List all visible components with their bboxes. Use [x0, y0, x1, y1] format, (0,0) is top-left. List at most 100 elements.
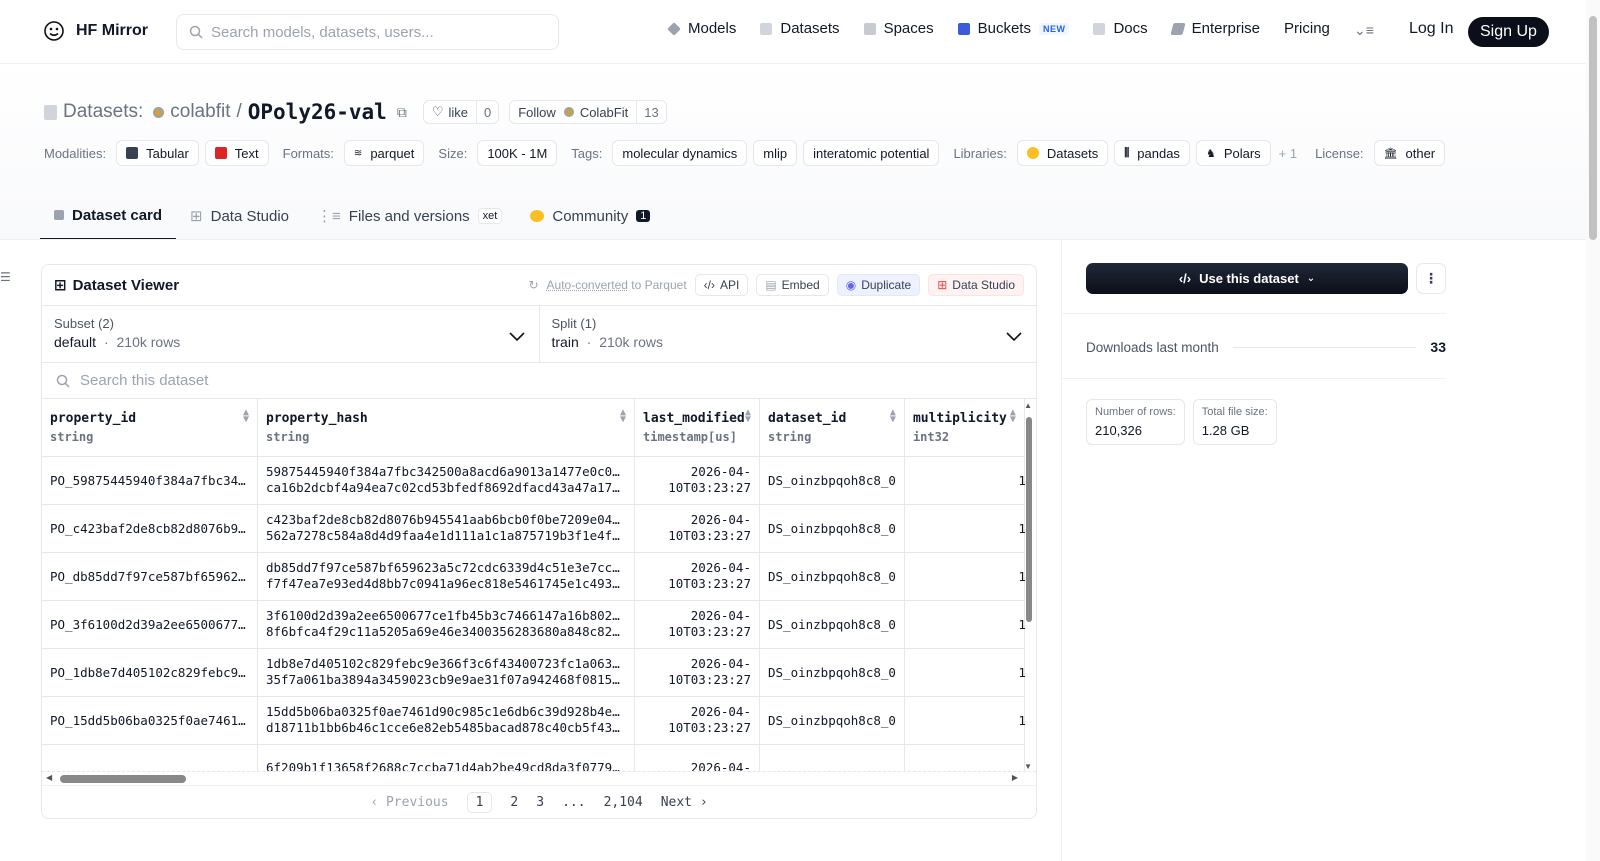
subset-select[interactable]: Subset (2) default · 210k rows	[42, 306, 539, 362]
libraries-more[interactable]: + 1	[1279, 146, 1297, 161]
cell-dataset-id[interactable]: DS_oinzbpqoh8c8_0	[759, 456, 905, 505]
cell-property-id[interactable]: PO_db85dd7f97ce587bf659623a5	[42, 552, 258, 601]
column-header[interactable]: multiplicity int32 ▲ ▼	[904, 399, 1025, 457]
cell-last-modified[interactable]: 2026-04-	[634, 744, 760, 771]
cell-property-id[interactable]: PO_15dd5b06ba0325f0ae7461d90	[42, 696, 258, 745]
table-row[interactable]: 6f209b1f13658f2688c7ccba71d4ab2be49cd8da…	[42, 744, 1025, 771]
page-last[interactable]: 2,104	[604, 795, 643, 810]
column-header[interactable]: property_hash string ▲ ▼	[257, 399, 635, 457]
cell-multiplicity[interactable]	[904, 744, 1025, 771]
cell-multiplicity[interactable]: 1	[904, 504, 1026, 553]
tab-dataset-card[interactable]: Dataset card	[40, 192, 177, 240]
cell-last-modified[interactable]: 2026-04- 10T03:23:27	[634, 600, 760, 649]
cell-last-modified[interactable]: 2026-04- 10T03:23:27	[634, 456, 760, 505]
column-header[interactable]: dataset_id string ▲ ▼	[759, 399, 905, 457]
sort-icon[interactable]: ▲ ▼	[745, 408, 751, 425]
datasets-prefix[interactable]: Datasets:	[63, 101, 143, 123]
cell-multiplicity[interactable]: 1	[904, 600, 1026, 649]
tag-tabular[interactable]: Tabular	[116, 140, 199, 166]
cell-last-modified[interactable]: 2026-04- 10T03:23:27	[634, 504, 760, 553]
copy-icon[interactable]: ⧉	[397, 104, 407, 121]
page-scroll-thumb[interactable]	[1589, 16, 1597, 240]
cell-property-hash[interactable]: db85dd7f97ce587bf659623a5c72cdc6339d4c51…	[257, 552, 635, 601]
tab-community[interactable]: Community 1	[516, 192, 664, 240]
login-link[interactable]: Log In	[1409, 20, 1453, 38]
cell-multiplicity[interactable]: 1	[904, 552, 1026, 601]
auto-converted-link[interactable]: Auto-converted to Parquet	[547, 278, 687, 292]
global-search-input[interactable]	[211, 23, 541, 41]
use-dataset-button[interactable]: ‹/› Use this dataset ⌄	[1086, 263, 1408, 294]
prev-page[interactable]: ‹ Previous	[370, 795, 448, 810]
cell-property-id[interactable]: PO_3f6100d2d39a2ee6500677ce1	[42, 600, 258, 649]
tag-lib-datasets[interactable]: Datasets	[1016, 140, 1109, 166]
vertical-scroll-thumb[interactable]	[1026, 417, 1032, 622]
cell-multiplicity[interactable]: 1	[904, 456, 1026, 505]
page-3[interactable]: 3	[536, 795, 544, 810]
cell-dataset-id[interactable]: DS_oinzbpqoh8c8_0	[759, 696, 905, 745]
dataset-name[interactable]: OPoly26-val	[248, 100, 387, 124]
like-button[interactable]: ♡ like 0	[422, 100, 500, 124]
owner-link[interactable]: colabfit	[170, 101, 230, 123]
tag-lib-polars[interactable]: ♞ Polars	[1195, 140, 1271, 166]
cell-property-hash[interactable]: 3f6100d2d39a2ee6500677ce1fb45b3c7466147a…	[257, 600, 635, 649]
next-page[interactable]: Next ›	[661, 795, 708, 810]
nav-enterprise[interactable]: Enterprise	[1170, 20, 1260, 37]
table-row[interactable]: PO_c423baf2de8cb82d8076b9455 c423baf2de8c…	[42, 504, 1026, 553]
tag-mlip[interactable]: mlip	[753, 140, 798, 166]
tab-files[interactable]: ⋮≡ Files and versions xet	[303, 192, 516, 240]
nav-docs[interactable]: Docs	[1093, 20, 1148, 37]
nav-buckets[interactable]: Buckets NEW	[957, 20, 1070, 37]
table-row[interactable]: PO_59875445940f384a7fbc34250 59875445940f…	[42, 456, 1026, 505]
nav-datasets[interactable]: Datasets	[760, 20, 840, 37]
tag-size[interactable]: 100K - 1M	[477, 140, 558, 166]
more-menu-icon[interactable]: ⌄≡	[1354, 22, 1374, 39]
tag-license[interactable]: 🏛 other	[1373, 140, 1446, 166]
horizontal-scroll-thumb[interactable]	[60, 775, 186, 783]
cell-property-hash[interactable]: 1db8e7d405102c829febc9e366f3c6f43400723f…	[257, 648, 635, 697]
cell-property-hash[interactable]: 6f209b1f13658f2688c7ccba71d4ab2be49cd8da…	[257, 744, 635, 771]
cell-property-hash[interactable]: c423baf2de8cb82d8076b945541aab6bcb0f0be7…	[257, 504, 635, 553]
tag-parquet[interactable]: ≋ parquet	[343, 140, 425, 166]
table-row[interactable]: PO_1db8e7d405102c829febc9e36 1db8e7d40510…	[42, 648, 1026, 697]
tag-interatomic-potential[interactable]: interatomic potential	[803, 140, 940, 166]
sort-icon[interactable]: ▲ ▼	[890, 408, 896, 425]
brand[interactable]: HF Mirror	[42, 19, 148, 43]
embed-button[interactable]: ▤ Embed	[756, 274, 829, 296]
tab-data-studio[interactable]: ⊞ Data Studio	[176, 192, 303, 240]
sort-icon[interactable]: ▲ ▼	[620, 408, 626, 425]
cell-property-id[interactable]: PO_1db8e7d405102c829febc9e36	[42, 648, 258, 697]
cell-dataset-id[interactable]: DS_oinzbpqoh8c8_0	[759, 504, 905, 553]
cell-last-modified[interactable]: 2026-04- 10T03:23:27	[634, 552, 760, 601]
cell-property-hash[interactable]: 59875445940f384a7fbc342500a8acd6a9013a14…	[257, 456, 635, 505]
horizontal-scrollbar[interactable]: ◀ ▶	[42, 771, 1036, 785]
global-search[interactable]	[176, 14, 559, 50]
follow-button[interactable]: Follow ColabFit 13	[509, 100, 667, 124]
nav-models[interactable]: Models	[667, 20, 736, 37]
data-studio-button[interactable]: ⊞ Data Studio	[928, 274, 1024, 296]
table-row[interactable]: PO_15dd5b06ba0325f0ae7461d90 15dd5b06ba03…	[42, 696, 1026, 745]
signup-button[interactable]: Sign Up	[1468, 17, 1549, 47]
cell-multiplicity[interactable]: 1	[904, 696, 1026, 745]
cell-property-id[interactable]: PO_c423baf2de8cb82d8076b9455	[42, 504, 258, 553]
cell-dataset-id[interactable]: DS_oinzbpqoh8c8_0	[759, 600, 905, 649]
cell-dataset-id[interactable]	[759, 744, 905, 771]
cell-dataset-id[interactable]: DS_oinzbpqoh8c8_0	[759, 648, 905, 697]
cell-multiplicity[interactable]: 1	[904, 648, 1026, 697]
split-select[interactable]: Split (1) train · 210k rows	[538, 306, 1037, 362]
sort-icon[interactable]: ▲ ▼	[1010, 408, 1016, 425]
api-button[interactable]: ‹/› API	[694, 274, 749, 296]
cell-property-id[interactable]: PO_59875445940f384a7fbc34250	[42, 456, 258, 505]
page-scrollbar[interactable]	[1586, 0, 1600, 861]
more-options-icon[interactable]: ⋮	[1416, 263, 1446, 294]
column-header[interactable]: last_modified timestamp[us] ▲ ▼	[634, 399, 760, 457]
page-1[interactable]: 1	[466, 792, 493, 813]
cell-dataset-id[interactable]: DS_oinzbpqoh8c8_0	[759, 552, 905, 601]
cell-last-modified[interactable]: 2026-04- 10T03:23:27	[634, 696, 760, 745]
cell-last-modified[interactable]: 2026-04- 10T03:23:27	[634, 648, 760, 697]
sort-icon[interactable]: ▲ ▼	[243, 408, 249, 425]
nav-pricing[interactable]: Pricing	[1284, 20, 1330, 37]
cell-property-hash[interactable]: 15dd5b06ba0325f0ae7461d90c985c1e6db6c39d…	[257, 696, 635, 745]
scroll-right-icon[interactable]: ▶	[1012, 773, 1018, 782]
nav-spaces[interactable]: Spaces	[863, 20, 934, 37]
tag-text[interactable]: Text	[204, 140, 269, 166]
